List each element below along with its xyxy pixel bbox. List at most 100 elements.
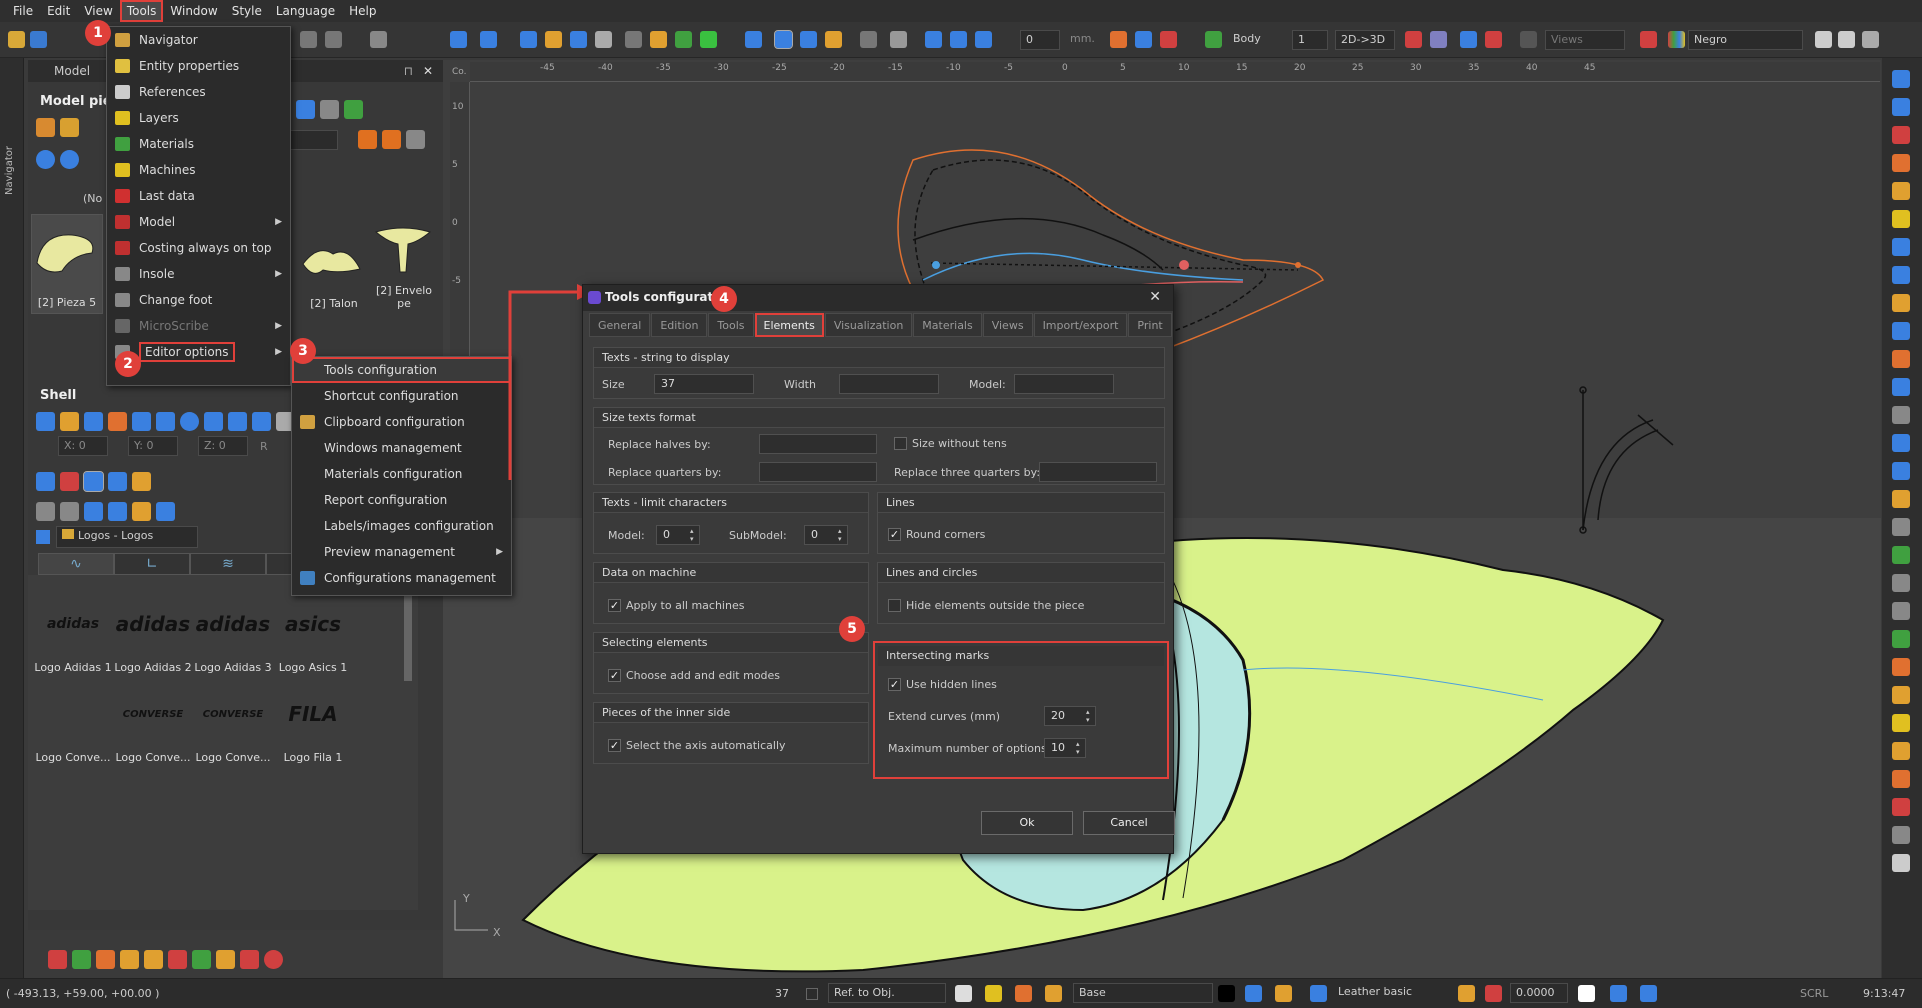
select-axis-checkbox[interactable]: ✓ Select the axis automatically: [608, 739, 786, 752]
monitor-icon[interactable]: [60, 502, 79, 521]
green-shoe-icon[interactable]: [72, 950, 91, 969]
menu-edit[interactable]: Edit: [40, 0, 77, 22]
tab-views[interactable]: Views: [982, 313, 1033, 337]
flip-icon[interactable]: [1110, 31, 1127, 48]
copy-icon[interactable]: [300, 31, 317, 48]
menu-file[interactable]: File: [6, 0, 40, 22]
submenu-item[interactable]: Report configuration: [292, 487, 511, 513]
submenu-item[interactable]: Clipboard configuration: [292, 409, 511, 435]
menu-help[interactable]: Help: [342, 0, 383, 22]
square-icon[interactable]: [156, 412, 175, 431]
logo-item[interactable]: FILA Logo Fila 1: [268, 685, 358, 785]
text-icon[interactable]: [252, 412, 271, 431]
round-corners-checkbox[interactable]: ✓ Round corners: [888, 528, 985, 541]
trim-tool-icon[interactable]: [480, 31, 497, 48]
tab-patterns[interactable]: ≋: [190, 553, 266, 575]
side-tool-icon[interactable]: [1892, 714, 1910, 732]
lock-small-icon[interactable]: [132, 472, 151, 491]
logos-filter-select[interactable]: Logos - Logos: [56, 526, 198, 548]
side-tool-icon[interactable]: [1892, 854, 1910, 872]
color-select[interactable]: Negro: [1688, 30, 1803, 50]
side-tool-icon[interactable]: [1892, 126, 1910, 144]
menu-tools[interactable]: Tools: [119, 0, 164, 22]
ruler-tool-icon[interactable]: [595, 31, 612, 48]
align-icon[interactable]: [108, 502, 127, 521]
numeric-field[interactable]: 0: [1020, 30, 1060, 50]
three-quarters-input[interactable]: [1039, 462, 1157, 482]
side-tool-icon[interactable]: [1892, 434, 1910, 452]
submenu-item[interactable]: Shortcut configuration: [292, 383, 511, 409]
star-icon[interactable]: [228, 412, 247, 431]
extend-curves-spinner[interactable]: 20: [1044, 706, 1096, 726]
logo-item[interactable]: CONVERSE Logo Conve...: [188, 685, 278, 785]
side-tool-icon[interactable]: [1892, 490, 1910, 508]
pentagon-icon[interactable]: [204, 412, 223, 431]
check-tool-icon[interactable]: [700, 31, 717, 48]
curve-tool-icon[interactable]: [450, 31, 467, 48]
2d-icon[interactable]: [36, 150, 55, 169]
menu-item[interactable]: Insole ▶: [107, 261, 290, 287]
side-tool-icon[interactable]: [1892, 322, 1910, 340]
shoe-blue-icon[interactable]: [1460, 31, 1477, 48]
dialog-titlebar[interactable]: Tools configuration ✕: [583, 285, 1173, 311]
layers-status-icon[interactable]: [985, 985, 1002, 1002]
side-tool-icon[interactable]: [1892, 350, 1910, 368]
link-icon[interactable]: [370, 31, 387, 48]
side-tool-icon[interactable]: [1892, 182, 1910, 200]
tab-materials[interactable]: Materials: [913, 313, 982, 337]
circle-tool-icon[interactable]: [520, 31, 537, 48]
side-tool-icon[interactable]: [1892, 70, 1910, 88]
open-folder-icon[interactable]: [8, 31, 25, 48]
menu-item[interactable]: Navigator: [107, 27, 290, 53]
record-icon[interactable]: [264, 950, 283, 969]
side-tool-icon[interactable]: [1892, 406, 1910, 424]
apply-all-machines-checkbox[interactable]: ✓ Apply to all machines: [608, 599, 744, 612]
menu-item[interactable]: Layers: [107, 105, 290, 131]
logo-item[interactable]: adidas Logo Adidas 1: [28, 595, 118, 695]
submenu-item[interactable]: Labels/images configuration: [292, 513, 511, 539]
pointer-icon[interactable]: [774, 30, 793, 49]
ok-button[interactable]: Ok: [981, 811, 1073, 835]
grid-icon[interactable]: [36, 118, 55, 137]
add-icon[interactable]: [1640, 31, 1657, 48]
side-tool-icon[interactable]: [1892, 462, 1910, 480]
side-tool-icon[interactable]: [1892, 742, 1910, 760]
arrow-up-icon[interactable]: [1815, 31, 1832, 48]
line-icon[interactable]: [132, 412, 151, 431]
bars-icon[interactable]: [84, 502, 103, 521]
size-input[interactable]: 37: [654, 374, 754, 394]
lock-icon[interactable]: [650, 31, 667, 48]
logos-scrollbar[interactable]: [404, 581, 412, 681]
value-field[interactable]: 0.0000: [1510, 983, 1568, 1003]
side-tool-icon[interactable]: [1892, 602, 1910, 620]
side-tool-icon[interactable]: [1892, 98, 1910, 116]
select-icon[interactable]: [36, 472, 55, 491]
menu-item[interactable]: Change foot: [107, 287, 290, 313]
menu-item[interactable]: Costing always on top: [107, 235, 290, 261]
body-select[interactable]: Body: [1228, 30, 1288, 50]
curve-icon[interactable]: [84, 412, 103, 431]
side-tool-icon[interactable]: [1892, 574, 1910, 592]
arrow-icon[interactable]: [96, 950, 115, 969]
frame-icon[interactable]: [675, 31, 692, 48]
paste-icon[interactable]: [325, 31, 342, 48]
hide-outside-checkbox[interactable]: Hide elements outside the piece: [888, 599, 1084, 612]
nodes-icon[interactable]: [296, 100, 315, 119]
side-tool-icon[interactable]: [1892, 294, 1910, 312]
pen-tool-icon[interactable]: [545, 31, 562, 48]
page-icon[interactable]: [955, 985, 972, 1002]
curve-select-icon[interactable]: [800, 31, 817, 48]
menu-item[interactable]: Entity properties: [107, 53, 290, 79]
rotate-icon[interactable]: [950, 31, 967, 48]
menu-style[interactable]: Style: [225, 0, 269, 22]
tab-print[interactable]: Print: [1128, 313, 1172, 337]
menu-item[interactable]: References: [107, 79, 290, 105]
close-icon[interactable]: ✕: [423, 64, 433, 78]
logo-item[interactable]: Logo Conve...: [28, 685, 118, 785]
piece-thumb-envelope[interactable]: [2] Envelo pe: [368, 214, 440, 314]
mirror-icon[interactable]: [1135, 31, 1152, 48]
side-tool-icon[interactable]: [1892, 826, 1910, 844]
model-input[interactable]: [1014, 374, 1114, 394]
image-icon[interactable]: [192, 950, 211, 969]
side-tool-icon[interactable]: [1892, 238, 1910, 256]
